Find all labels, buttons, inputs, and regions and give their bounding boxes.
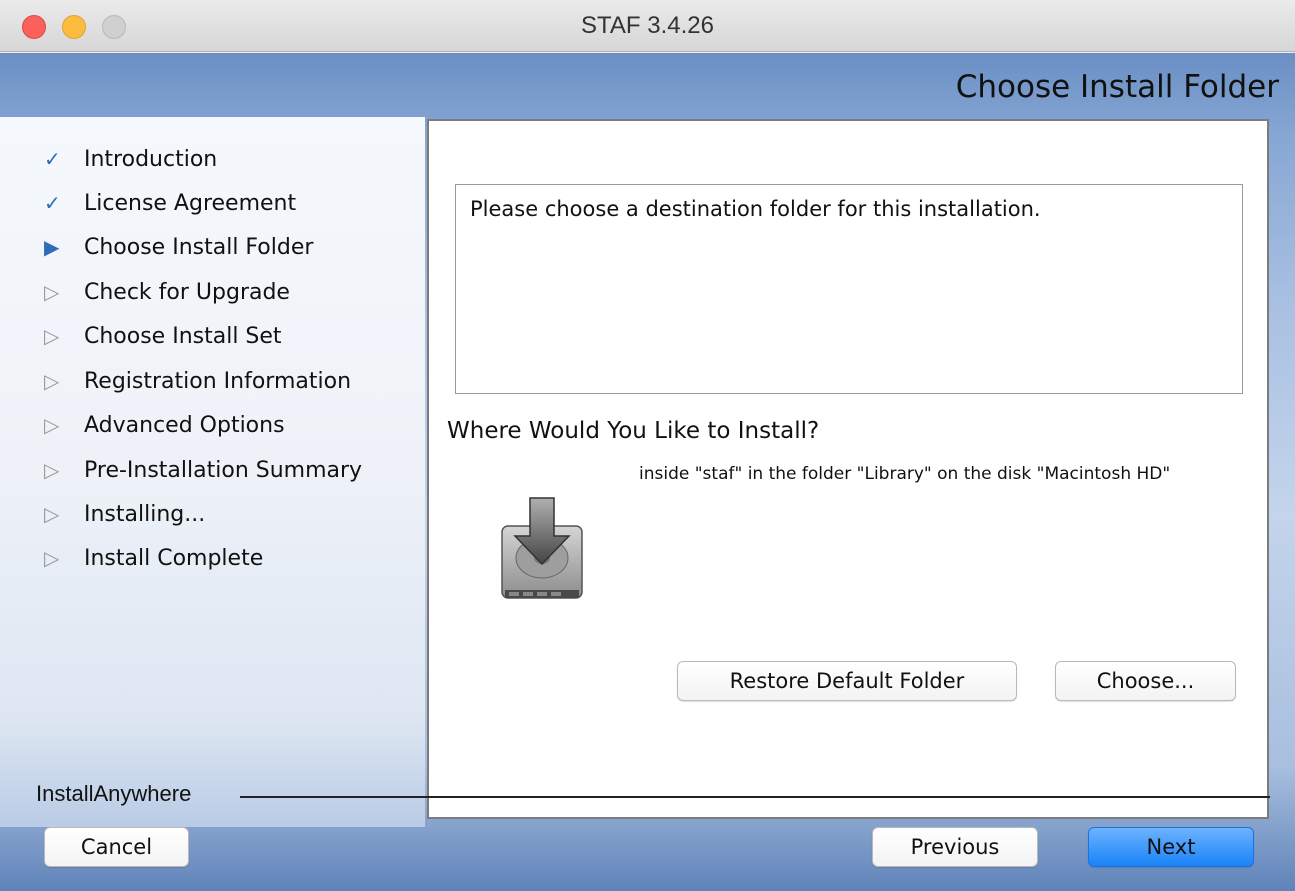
- step-label: License Agreement: [84, 190, 297, 216]
- pending-arrow-icon: ▷: [44, 413, 60, 437]
- step-advanced-options: ▷ Advanced Options: [44, 410, 285, 440]
- step-install-complete: ▷ Install Complete: [44, 543, 263, 573]
- step-installing: ▷ Installing...: [44, 499, 205, 529]
- step-introduction: ✓ Introduction: [44, 144, 217, 174]
- step-check-for-upgrade: ▷ Check for Upgrade: [44, 277, 290, 307]
- step-label: Advanced Options: [84, 412, 285, 438]
- instruction-message: Please choose a destination folder for t…: [470, 197, 1041, 221]
- step-label: Registration Information: [84, 368, 352, 394]
- installation-steps-panel: ✓ Introduction ✓ License Agreement ▶ Cho…: [0, 117, 425, 827]
- pending-arrow-icon: ▷: [44, 458, 60, 482]
- pending-arrow-icon: ▷: [44, 369, 60, 393]
- instruction-text-area: Please choose a destination folder for t…: [455, 184, 1243, 394]
- step-choose-install-set: ▷ Choose Install Set: [44, 321, 282, 351]
- checkmark-icon: ✓: [44, 147, 61, 171]
- step-label: Choose Install Set: [84, 323, 282, 349]
- content-panel: Please choose a destination folder for t…: [427, 119, 1269, 819]
- next-button[interactable]: Next: [1088, 827, 1254, 867]
- step-label: Choose Install Folder: [84, 234, 314, 260]
- step-label: Pre-Installation Summary: [84, 457, 363, 483]
- choose-folder-button[interactable]: Choose...: [1055, 661, 1236, 701]
- window-title-bar: STAF 3.4.26: [0, 0, 1295, 52]
- install-path-text: inside "staf" in the folder "Library" on…: [639, 464, 1171, 484]
- pending-arrow-icon: ▷: [44, 502, 60, 526]
- step-label: Check for Upgrade: [84, 279, 290, 305]
- checkmark-icon: ✓: [44, 191, 61, 215]
- previous-button[interactable]: Previous: [872, 827, 1038, 867]
- install-location-heading: Where Would You Like to Install?: [447, 418, 820, 444]
- pending-arrow-icon: ▷: [44, 280, 60, 304]
- cancel-button[interactable]: Cancel: [44, 827, 189, 867]
- step-choose-install-folder: ▶ Choose Install Folder: [44, 232, 313, 262]
- hard-drive-download-icon: [501, 497, 583, 599]
- step-label: Introduction: [84, 146, 218, 172]
- window-title: STAF 3.4.26: [581, 12, 714, 39]
- installer-window: Choose Install Folder ✓ Introduction ✓ L…: [0, 53, 1295, 891]
- pending-arrow-icon: ▷: [44, 546, 60, 570]
- step-pre-installation-summary: ▷ Pre-Installation Summary: [44, 455, 362, 485]
- page-title: Choose Install Folder: [955, 69, 1279, 105]
- footer-divider: [240, 796, 1270, 798]
- restore-default-folder-button[interactable]: Restore Default Folder: [677, 661, 1017, 701]
- step-label: Installing...: [84, 501, 206, 527]
- step-label: Install Complete: [84, 545, 264, 571]
- installanywhere-label: InstallAnywhere: [36, 781, 192, 806]
- current-arrow-icon: ▶: [44, 235, 60, 259]
- step-registration-information: ▷ Registration Information: [44, 366, 351, 396]
- pending-arrow-icon: ▷: [44, 324, 60, 348]
- step-license-agreement: ✓ License Agreement: [44, 188, 296, 218]
